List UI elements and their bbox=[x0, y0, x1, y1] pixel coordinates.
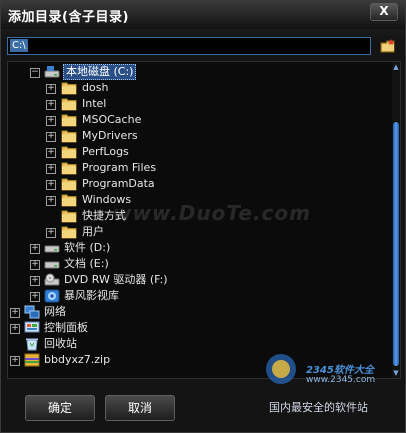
tree-item-folder[interactable]: + dosh bbox=[8, 80, 388, 96]
new-folder-button[interactable] bbox=[379, 37, 397, 55]
tree-item-folder[interactable]: + MSOCache bbox=[8, 112, 388, 128]
ok-button[interactable]: 确定 bbox=[25, 395, 95, 421]
scroll-down-icon[interactable]: ▼ bbox=[392, 368, 400, 378]
tree-item-label: 控制面板 bbox=[44, 321, 88, 334]
close-button[interactable]: X bbox=[370, 3, 398, 21]
expand-toggle[interactable]: + bbox=[46, 228, 56, 238]
watermark-slogan: 国内最安全的软件站 bbox=[269, 401, 368, 414]
path-field[interactable]: C:\ bbox=[7, 37, 371, 55]
expand-toggle[interactable]: + bbox=[46, 196, 56, 206]
tree-item-folder[interactable]: + Intel bbox=[8, 96, 388, 112]
expand-toggle[interactable]: + bbox=[46, 116, 56, 126]
scroll-up-icon[interactable]: ▲ bbox=[392, 62, 400, 72]
expand-toggle[interactable]: + bbox=[30, 292, 40, 302]
tree-item-label: dosh bbox=[82, 81, 109, 94]
tree-item-label: 暴风影视库 bbox=[64, 289, 119, 302]
local-disk-icon bbox=[44, 66, 60, 78]
tree-item-label: ProgramData bbox=[82, 177, 155, 190]
folder-icon bbox=[61, 226, 77, 239]
new-folder-icon bbox=[380, 39, 395, 53]
tree-item-drive-d[interactable]: + 软件 (D:) bbox=[8, 240, 388, 256]
disk-drive-icon bbox=[44, 245, 60, 253]
title-bar[interactable]: 添加目录(含子目录) X bbox=[1, 1, 405, 29]
tree-item-label: DVD RW 驱动器 (F:) bbox=[64, 273, 168, 286]
path-input[interactable]: C:\ bbox=[10, 39, 28, 52]
disk-drive-icon bbox=[44, 261, 60, 269]
vertical-scrollbar[interactable]: ▲ ▼ bbox=[392, 62, 400, 378]
expand-toggle[interactable]: + bbox=[46, 180, 56, 190]
tree-item-folder[interactable]: + PerfLogs bbox=[8, 144, 388, 160]
expand-toggle[interactable]: + bbox=[30, 260, 40, 270]
tree-item-label: PerfLogs bbox=[82, 145, 129, 158]
tree-item-label: 本地磁盘 (C:) bbox=[63, 64, 137, 80]
tree-item-control-panel[interactable]: + 控制面板 bbox=[8, 320, 388, 336]
tree-item-label: 用户 bbox=[82, 225, 104, 238]
folder-icon bbox=[61, 146, 77, 159]
expand-toggle[interactable]: + bbox=[30, 244, 40, 254]
tree-item-label: bbdyxz7.zip bbox=[44, 353, 111, 366]
expand-toggle[interactable]: + bbox=[46, 100, 56, 110]
tree-item-label: 文档 (E:) bbox=[64, 257, 109, 270]
tree-item-label: Program Files bbox=[82, 161, 157, 174]
tree-item-folder[interactable]: + Program Files bbox=[8, 160, 388, 176]
expand-toggle[interactable]: + bbox=[30, 276, 40, 286]
tree-item-label: Intel bbox=[82, 97, 107, 110]
folder-icon bbox=[61, 178, 77, 191]
dialog-window: 添加目录(含子目录) X C:\ − 本地磁盘 (C:) + dosh + In… bbox=[0, 0, 406, 433]
folder-icon bbox=[61, 114, 77, 127]
folder-icon bbox=[61, 162, 77, 175]
cancel-button[interactable]: 取消 bbox=[105, 395, 175, 421]
expand-toggle[interactable]: + bbox=[46, 132, 56, 142]
folder-icon bbox=[61, 194, 77, 207]
watermark-brand: 2345软件大全 bbox=[306, 365, 374, 376]
tree-item-drive-c[interactable]: − 本地磁盘 (C:) bbox=[8, 64, 388, 80]
watermark-site: www.DuoTe.com bbox=[113, 201, 311, 225]
expand-toggle[interactable]: + bbox=[10, 324, 20, 334]
network-icon bbox=[24, 305, 40, 319]
tree-item-label: 软件 (D:) bbox=[64, 241, 111, 254]
tree-item-folder[interactable]: + ProgramData bbox=[8, 176, 388, 192]
control-panel-icon bbox=[24, 321, 40, 333]
expand-toggle[interactable]: + bbox=[46, 164, 56, 174]
expand-toggle[interactable]: + bbox=[46, 148, 56, 158]
watermark-url: www.2345.com bbox=[306, 375, 376, 385]
tree-item-drive-e[interactable]: + 文档 (E:) bbox=[8, 256, 388, 272]
tree-item-network[interactable]: + 网络 bbox=[8, 304, 388, 320]
tree-item-recycle-bin[interactable]: 回收站 bbox=[8, 336, 388, 352]
tree-item-label: MyDrivers bbox=[82, 129, 138, 142]
tree-item-label: MSOCache bbox=[82, 113, 142, 126]
tree-item-label: 网络 bbox=[44, 305, 66, 318]
zip-archive-icon bbox=[24, 353, 40, 367]
scrollbar-thumb[interactable] bbox=[393, 122, 399, 366]
tree-item-folder[interactable]: + 用户 bbox=[8, 224, 388, 240]
expand-toggle[interactable]: + bbox=[10, 356, 20, 366]
tree-item-media-library[interactable]: + 暴风影视库 bbox=[8, 288, 388, 304]
dialog-title: 添加目录(含子目录) bbox=[8, 10, 129, 25]
expand-toggle[interactable]: + bbox=[46, 84, 56, 94]
folder-icon bbox=[61, 98, 77, 111]
folder-icon bbox=[61, 82, 77, 95]
tree-item-folder[interactable]: + MyDrivers bbox=[8, 128, 388, 144]
tree-item-drive-f[interactable]: + DVD RW 驱动器 (F:) bbox=[8, 272, 388, 288]
recycle-bin-icon bbox=[26, 338, 38, 351]
dvd-drive-icon bbox=[44, 273, 60, 286]
folder-icon bbox=[61, 130, 77, 143]
collapse-toggle[interactable]: − bbox=[30, 68, 40, 78]
site-logo-icon bbox=[266, 354, 296, 384]
folder-icon bbox=[61, 210, 77, 223]
tree-item-label: 回收站 bbox=[44, 337, 77, 350]
media-library-icon bbox=[44, 289, 60, 303]
expand-toggle[interactable]: + bbox=[10, 308, 20, 318]
